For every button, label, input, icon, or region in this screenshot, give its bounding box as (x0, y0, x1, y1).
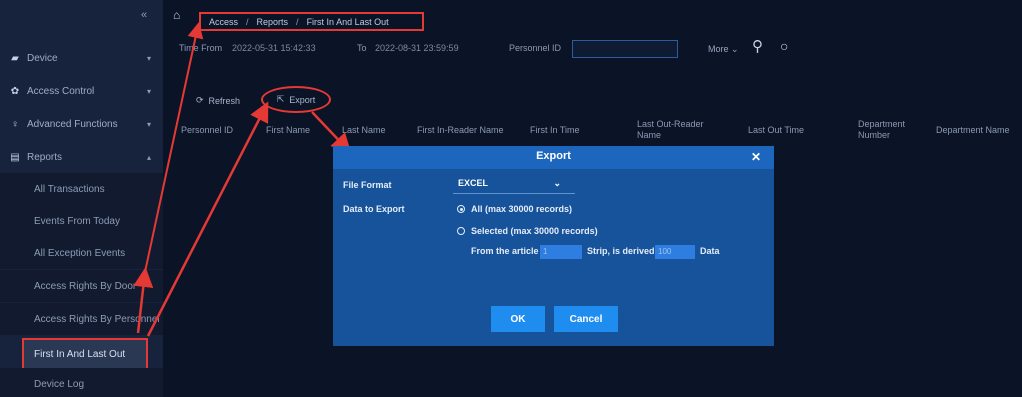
column-header[interactable]: First Name (266, 125, 310, 136)
personnel-id-label: Personnel ID (509, 43, 562, 53)
breadcrumb-separator: / (246, 16, 249, 27)
refresh-icon: ⟳ (196, 95, 204, 105)
breadcrumb-item[interactable]: Access (209, 17, 238, 27)
time-from-input[interactable]: 2022-05-31 15:42:33 (232, 43, 316, 53)
data-label: Data (700, 246, 720, 256)
export-button[interactable]: ⇱ Export (261, 86, 331, 113)
reset-icon[interactable]: ○ (780, 38, 788, 54)
strip-derived-label: Strip, is derived (587, 246, 655, 256)
sidebar-group-label: Access Control (27, 85, 95, 97)
column-header[interactable]: Personnel ID (181, 125, 233, 136)
column-header[interactable]: First In-Reader Name (417, 125, 504, 136)
sidebar-item-events-from-today[interactable]: Events From Today (0, 205, 163, 237)
sidebar-item-all-transactions[interactable]: All Transactions (0, 173, 163, 205)
chevron-down-icon: ⌄ (553, 178, 561, 188)
ok-button[interactable]: OK (491, 306, 545, 332)
cancel-button[interactable]: Cancel (554, 306, 618, 332)
file-format-value: EXCEL (458, 178, 489, 188)
sidebar-item-access-rights-by-door[interactable]: Access Rights By Door (0, 270, 163, 302)
file-format-label: File Format (343, 180, 392, 190)
column-header[interactable]: Last Out-Reader Name (637, 119, 722, 141)
access-control-icon: ✿ (10, 85, 20, 97)
table-header: Personnel ID First Name Last Name First … (163, 116, 1022, 144)
option-label: Selected (max 30000 records) (471, 226, 598, 236)
breadcrumb-item[interactable]: Reports (257, 17, 289, 27)
sidebar-item-label: Device Log (34, 378, 85, 390)
sidebar-item-access-rights-by-personnel[interactable]: Access Rights By Personnel (0, 303, 163, 335)
more-button[interactable]: More ⌄ (708, 44, 739, 55)
sidebar-item-label: First In And Last Out (34, 348, 126, 360)
breadcrumb: Access / Reports / First In And Last Out (199, 12, 424, 31)
sidebar: « ▰ Device ▾ ✿ Access Control ▾ ♀ Advanc… (0, 0, 163, 397)
sidebar-item-label: Events From Today (34, 215, 120, 227)
sidebar-item-all-exception-events[interactable]: All Exception Events (0, 237, 163, 269)
sidebar-item-device-log[interactable]: Device Log (0, 368, 163, 397)
radio-unchecked[interactable] (457, 227, 465, 235)
option-label: All (max 30000 records) (471, 204, 573, 214)
export-label: Export (289, 94, 316, 105)
search-icon[interactable]: ⚲ (752, 37, 763, 55)
export-selected-option[interactable]: Selected (max 30000 records) (457, 226, 598, 236)
column-header[interactable]: Department Name (936, 125, 1010, 136)
column-header[interactable]: Last Name (342, 125, 386, 136)
breadcrumb-separator: / (296, 16, 299, 27)
dialog-title: Export (536, 150, 571, 162)
from-article-input[interactable]: 1 (540, 245, 582, 259)
data-to-export-label: Data to Export (343, 204, 405, 214)
export-all-option[interactable]: All (max 30000 records) (457, 204, 572, 214)
chevron-down-icon: ▾ (146, 119, 151, 129)
chevron-down-icon: ▾ (146, 86, 151, 96)
reports-icon: ▤ (10, 151, 20, 163)
personnel-id-input[interactable] (572, 40, 678, 58)
time-to-input[interactable]: 2022-08-31 23:59:59 (375, 43, 459, 53)
column-header[interactable]: Department Number (858, 119, 918, 141)
export-dialog: Export ✕ File Format EXCEL ⌄ Data to Exp… (333, 146, 774, 346)
collapse-sidebar-icon[interactable]: « (141, 9, 147, 21)
breadcrumb-item-current: First In And Last Out (306, 16, 389, 27)
more-label: More (708, 44, 729, 54)
to-label: To (357, 43, 367, 53)
chevron-down-icon: ⌄ (731, 44, 739, 54)
chevron-down-icon: ▾ (146, 53, 151, 63)
close-icon[interactable]: ✕ (751, 150, 761, 164)
export-icon: ⇱ (276, 94, 285, 104)
radio-checked[interactable] (457, 205, 465, 213)
sidebar-group-label: Advanced Functions (27, 118, 118, 130)
sidebar-group-label: Device (27, 52, 58, 64)
sidebar-item-first-in-and-last-out[interactable]: First In And Last Out (22, 338, 148, 370)
refresh-label: Refresh (208, 95, 241, 106)
record-count-input[interactable]: 100 (655, 245, 695, 259)
sidebar-item-label: All Transactions (34, 183, 105, 195)
advanced-functions-icon: ♀ (11, 118, 19, 130)
sidebar-group-reports[interactable]: ▤ Reports ▴ (0, 141, 163, 173)
device-icon: ▰ (11, 52, 19, 64)
from-article-label: From the article (471, 246, 539, 256)
home-icon[interactable]: ⌂ (173, 8, 180, 22)
sidebar-group-advanced-functions[interactable]: ♀ Advanced Functions ▾ (0, 108, 163, 140)
column-header[interactable]: Last Out Time (748, 125, 804, 136)
sidebar-item-label: All Exception Events (34, 247, 126, 259)
sidebar-group-device[interactable]: ▰ Device ▾ (0, 42, 163, 74)
sidebar-item-label: Access Rights By Personnel (34, 313, 160, 325)
chevron-up-icon: ▴ (146, 152, 151, 162)
sidebar-group-access-control[interactable]: ✿ Access Control ▾ (0, 75, 163, 107)
time-from-label: Time From (179, 43, 223, 53)
sidebar-group-label: Reports (27, 151, 63, 163)
file-format-select[interactable]: EXCEL ⌄ (453, 178, 575, 194)
refresh-button[interactable]: ⟳ Refresh (196, 95, 240, 106)
sidebar-item-label: Access Rights By Door (34, 280, 137, 292)
column-header[interactable]: First In Time (530, 125, 580, 136)
